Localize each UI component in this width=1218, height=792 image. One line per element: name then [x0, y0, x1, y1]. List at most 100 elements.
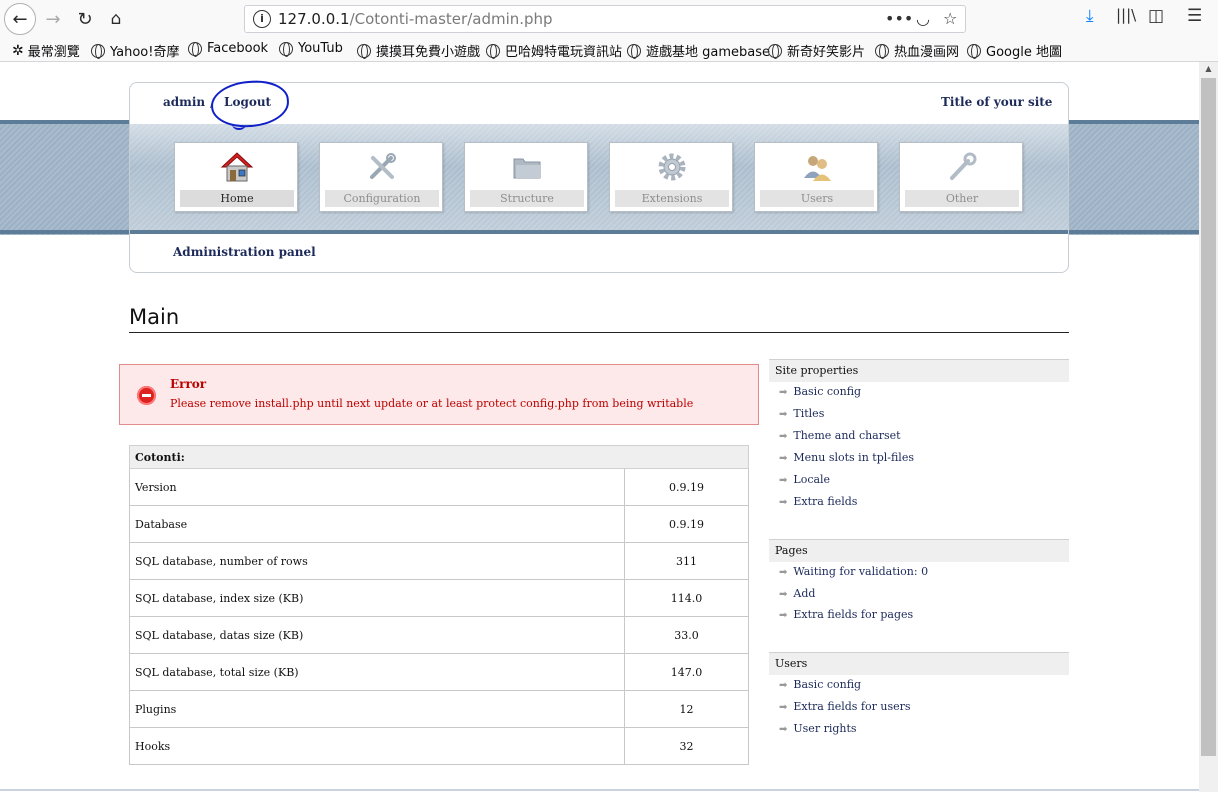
pocket-icon[interactable]: ◡	[916, 9, 930, 28]
downloads-icon[interactable]: ⤓	[1086, 6, 1094, 26]
link-extra-fields-pages[interactable]: ➡ Extra fields for pages	[779, 608, 913, 621]
menu-icon[interactable]: ☰	[1187, 6, 1202, 26]
row-label: Hooks	[129, 727, 625, 765]
cotonti-info-table: Cotonti: Version 0.9.19 Database 0.9.19 SQ…	[129, 445, 749, 765]
row-label: Plugins	[129, 690, 625, 728]
bookmark-item[interactable]: ✲ 最常瀏覽	[12, 41, 80, 61]
table-row: SQL database, index size (KB) 114.0	[129, 579, 749, 617]
back-button[interactable]: ←	[4, 3, 36, 35]
globe-icon	[357, 43, 371, 59]
bookmark-item[interactable]: Yahoo!奇摩	[91, 41, 179, 60]
sidebar-icon[interactable]: ◫	[1148, 6, 1164, 26]
arrow-right-icon: ➡	[779, 610, 788, 621]
arrow-right-icon: →	[45, 8, 61, 30]
bookmark-item[interactable]: 巴哈姆特電玩資訊站	[486, 41, 622, 60]
globe-icon	[486, 43, 500, 59]
row-label: SQL database, datas size (KB)	[129, 616, 625, 654]
bookmark-label: 摸摸耳免費小遊戲	[376, 45, 481, 60]
site-info-icon[interactable]: i	[253, 10, 271, 28]
row-value: 33.0	[624, 616, 749, 654]
gear-icon	[610, 149, 734, 185]
nav-tile-home[interactable]: Home	[174, 142, 298, 212]
forward-button[interactable]: →	[38, 5, 68, 33]
link-menu-slots[interactable]: ➡ Menu slots in tpl-files	[779, 451, 914, 464]
link-extra-fields-users[interactable]: ➡ Extra fields for users	[779, 700, 911, 713]
link-basic-config[interactable]: ➡ Basic config	[779, 385, 861, 398]
row-value: 114.0	[624, 579, 749, 617]
link-waiting-validation[interactable]: ➡ Waiting for validation: 0	[779, 565, 928, 578]
page-actions-icon[interactable]: •••	[885, 9, 913, 28]
link-user-rights[interactable]: ➡ User rights	[779, 722, 857, 735]
reload-button[interactable]: ↻	[70, 5, 100, 33]
bookmark-label: 最常瀏覽	[27, 45, 80, 60]
admin-user-link[interactable]: admin	[163, 95, 205, 109]
wrench-icon	[900, 149, 1024, 185]
error-icon	[137, 386, 156, 405]
nav-tile-other[interactable]: Other	[899, 142, 1023, 212]
nav-tile-label: Users	[760, 190, 874, 207]
bookmark-item[interactable]: 遊戲基地 gamebase	[627, 41, 770, 60]
url-text[interactable]: 127.0.0.1/Cotonti-master/admin.php	[278, 10, 553, 28]
bookmark-label: 新奇好笑影片	[787, 45, 866, 60]
bookmark-item[interactable]: 摸摸耳免費小遊戲	[357, 41, 480, 60]
nav-tile-label: Other	[905, 190, 1019, 207]
link-label: Extra fields for users	[793, 700, 911, 713]
page-title: Main	[129, 305, 180, 329]
bookmark-label: Yahoo!奇摩	[110, 45, 180, 60]
home-button[interactable]: ⌂	[101, 5, 131, 33]
scrollbar-thumb[interactable]	[1201, 78, 1216, 756]
bookmark-star-icon[interactable]: ☆	[943, 9, 957, 28]
nav-tile-label: Configuration	[325, 190, 439, 207]
library-icon[interactable]: |||\	[1116, 6, 1136, 24]
row-value: 32	[624, 727, 749, 765]
panel-pages-title: Pages	[769, 539, 1069, 562]
error-message-box: Error Please remove install.php until ne…	[119, 364, 759, 425]
nav-tile-label: Home	[180, 190, 294, 207]
bookmark-item[interactable]: 热血漫画网	[875, 41, 959, 60]
nav-tile-configuration[interactable]: Configuration	[319, 142, 443, 212]
table-row: Hooks 32	[129, 727, 749, 765]
bookmark-label: Google 地圖	[986, 45, 1062, 60]
panel-users-title: Users	[769, 652, 1069, 675]
home-icon: ⌂	[110, 9, 122, 29]
row-value: 0.9.19	[624, 505, 749, 543]
table-row: SQL database, number of rows 311	[129, 542, 749, 580]
bookmark-item[interactable]: Facebook	[188, 41, 269, 57]
nav-tile-structure[interactable]: Structure	[464, 142, 588, 212]
site-title-link[interactable]: Title of your site	[941, 95, 1052, 109]
link-titles[interactable]: ➡ Titles	[779, 407, 824, 420]
nav-tile-users[interactable]: Users	[754, 142, 878, 212]
globe-icon	[91, 43, 105, 59]
link-label: Menu slots in tpl-files	[793, 451, 914, 464]
scroll-up-icon[interactable]: ▲	[1201, 64, 1216, 78]
address-bar[interactable]: i 127.0.0.1/Cotonti-master/admin.php •••…	[244, 5, 966, 33]
row-value: 0.9.19	[624, 468, 749, 506]
link-label: Basic config	[793, 385, 862, 398]
link-label: Add	[793, 587, 816, 600]
tools-icon	[320, 149, 444, 185]
bookmark-label: Facebook	[207, 41, 269, 56]
link-theme-charset[interactable]: ➡ Theme and charset	[779, 429, 901, 442]
link-label: Extra fields	[793, 495, 858, 508]
bookmark-label: 遊戲基地 gamebase	[646, 45, 771, 60]
link-locale[interactable]: ➡ Locale	[779, 473, 830, 486]
footer-divider	[0, 789, 1199, 791]
bookmark-item[interactable]: Google 地圖	[967, 41, 1062, 60]
link-label: Extra fields for pages	[793, 608, 914, 621]
arrow-right-icon: ➡	[779, 409, 788, 420]
link-add-page[interactable]: ➡ Add	[779, 587, 815, 600]
link-label: User rights	[793, 722, 857, 735]
breadcrumb-admin-panel[interactable]: Administration panel	[173, 245, 316, 259]
nav-tile-extensions[interactable]: Extensions	[609, 142, 733, 212]
bookmark-item[interactable]: 新奇好笑影片	[768, 41, 865, 60]
table-header-row: Cotonti:	[129, 445, 749, 469]
bookmark-label: YouTub	[298, 41, 343, 56]
arrow-right-icon: ➡	[779, 567, 788, 578]
link-users-basic-config[interactable]: ➡ Basic config	[779, 678, 861, 691]
globe-icon	[875, 43, 889, 59]
gear-icon: ✲	[12, 42, 24, 59]
link-extra-fields[interactable]: ➡ Extra fields	[779, 495, 857, 508]
link-label: Locale	[793, 473, 831, 486]
bookmark-label: 巴哈姆特電玩資訊站	[505, 45, 623, 60]
bookmark-item[interactable]: YouTub	[279, 41, 343, 57]
